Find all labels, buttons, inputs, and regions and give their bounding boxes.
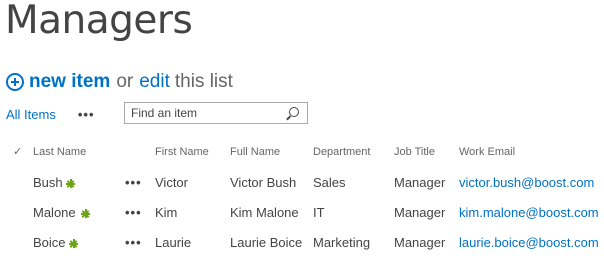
this-list-text: this list — [174, 71, 233, 92]
view-all-items[interactable]: All Items — [6, 107, 56, 122]
new-item-icon — [66, 179, 75, 188]
job-title-cell: Manager — [394, 235, 446, 250]
last-name-cell[interactable]: Boice — [33, 235, 66, 250]
row-menu-button[interactable]: ••• — [125, 235, 142, 250]
department-cell: IT — [313, 205, 325, 220]
column-header-first-name[interactable]: First Name — [155, 146, 209, 158]
view-more-button[interactable]: ••• — [78, 107, 95, 122]
work-email-link[interactable]: kim.malone@boost.com — [459, 205, 599, 220]
row-menu-button[interactable]: ••• — [125, 175, 142, 190]
column-header-full-name[interactable]: Full Name — [230, 146, 280, 158]
column-header-job-title[interactable]: Job Title — [394, 146, 435, 158]
new-item-icon — [81, 209, 90, 218]
full-name-cell: Kim Malone — [230, 205, 299, 220]
command-bar: new item or edit this list — [6, 68, 239, 96]
page-title: Managers — [5, 0, 193, 43]
job-title-cell: Manager — [394, 175, 446, 190]
view-bar: All Items ••• — [6, 102, 95, 126]
or-text: or — [116, 71, 134, 92]
column-header-department[interactable]: Department — [313, 146, 370, 158]
full-name-cell: Victor Bush — [230, 175, 297, 190]
edit-list-link[interactable]: edit — [139, 71, 170, 93]
search-icon[interactable] — [289, 107, 299, 117]
job-title-cell: Manager — [394, 205, 446, 220]
new-item-icon — [69, 239, 78, 248]
first-name-cell: Victor — [155, 175, 188, 190]
search-input[interactable] — [125, 104, 281, 122]
first-name-cell: Kim — [155, 205, 178, 220]
full-name-cell: Laurie Boice — [230, 235, 303, 250]
work-email-link[interactable]: victor.bush@boost.com — [459, 175, 594, 190]
last-name-cell[interactable]: Malone — [33, 205, 76, 220]
column-header-last-name[interactable]: Last Name — [33, 146, 86, 158]
row-menu-button[interactable]: ••• — [125, 205, 142, 220]
department-cell: Sales — [313, 175, 346, 190]
column-header-work-email[interactable]: Work Email — [459, 146, 515, 158]
search-box — [124, 102, 308, 124]
select-all-checkmark[interactable]: ✓ — [13, 145, 22, 158]
add-icon[interactable] — [6, 73, 24, 91]
new-item-link[interactable]: new item — [29, 71, 110, 93]
department-cell: Marketing — [313, 235, 371, 250]
work-email-link[interactable]: laurie.boice@boost.com — [459, 235, 599, 250]
first-name-cell: Laurie — [155, 235, 192, 250]
last-name-cell[interactable]: Bush — [33, 175, 63, 190]
